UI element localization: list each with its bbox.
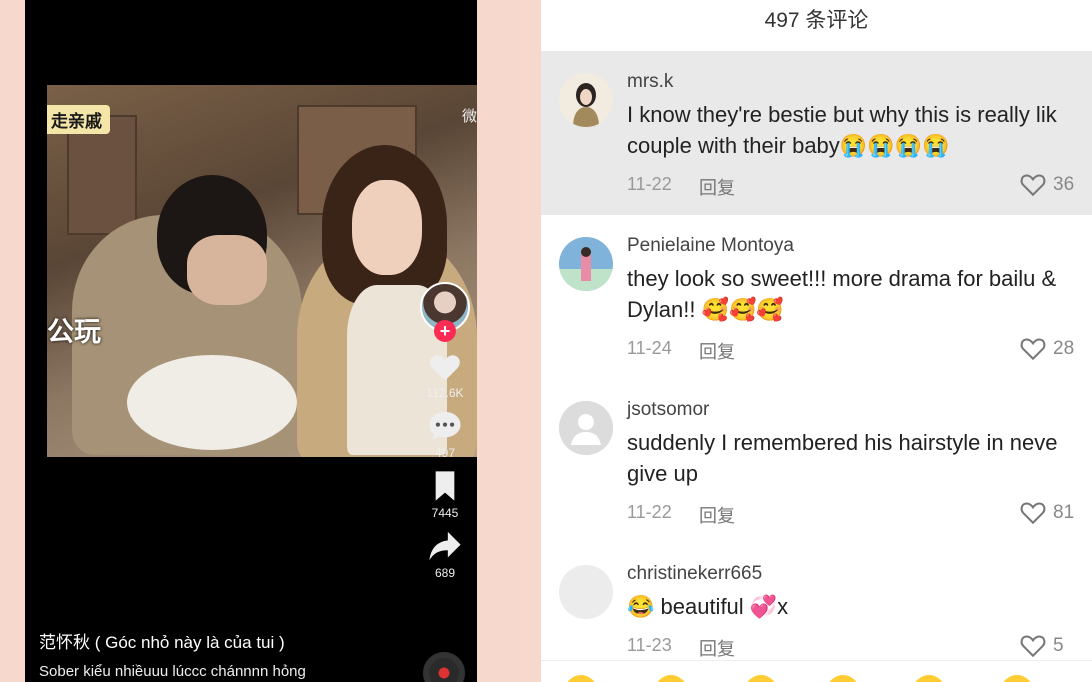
comment-date: 11-23 — [627, 635, 672, 655]
comment-count: 497 — [434, 446, 456, 460]
comment-like[interactable]: 36 — [1019, 172, 1074, 197]
overlay-tag-top: 走亲戚 — [47, 105, 110, 134]
comment-username[interactable]: jsotsomor — [627, 399, 709, 421]
like-count: 5 — [1053, 634, 1064, 656]
comment-date: 11-22 — [627, 174, 672, 194]
emoji-icon[interactable] — [655, 675, 687, 682]
comment-bubble-icon[interactable] — [428, 410, 462, 442]
default-avatar-icon[interactable] — [559, 401, 613, 455]
comment-username[interactable]: christinekerr665 — [627, 563, 762, 585]
save-action[interactable]: 7445 — [420, 470, 470, 520]
caption-subtitle: Sober kiểu nhiềuuu lúccc chánnnn hỏng — [39, 663, 306, 680]
like-count: 28 — [1053, 337, 1075, 359]
comment-text: 😂 beautiful 💞x — [627, 594, 789, 619]
heart-outline-icon[interactable] — [1019, 500, 1047, 525]
reply-button[interactable]: 回复 — [699, 502, 735, 528]
share-count: 689 — [434, 566, 456, 580]
share-action[interactable]: 689 — [420, 530, 470, 580]
heart-outline-icon[interactable] — [1019, 633, 1047, 658]
comment-item[interactable]: mrs.k I know they're bestie but why this… — [541, 51, 1092, 215]
avatar[interactable] — [559, 237, 613, 291]
comments-title: 497 条评论 — [764, 9, 869, 32]
emoji-icon[interactable] — [745, 675, 777, 682]
heart-outline-icon[interactable] — [1019, 336, 1047, 361]
side-actions: + 112.6K 497 7445 689 — [420, 282, 470, 590]
comment-item[interactable]: jsotsomor suddenly I remembered his hair… — [541, 379, 1092, 543]
white-dog — [127, 355, 297, 450]
caption-title: 范怀秋 ( Góc nhỏ này là của tui ) — [39, 633, 285, 652]
reply-button[interactable]: 回复 — [699, 338, 735, 364]
woman-face — [352, 180, 422, 275]
video-caption: 范怀秋 ( Góc nhỏ này là của tui ) Sober kiể… — [39, 628, 306, 680]
comment-text: I know they're bestie but why this is re… — [627, 102, 1057, 158]
video-frame[interactable]: 走亲戚 公玩 微 — [47, 85, 477, 457]
comment-username[interactable]: mrs.k — [627, 71, 673, 93]
emoji-icon[interactable] — [913, 675, 945, 682]
creator-avatar[interactable]: + — [420, 282, 470, 342]
emoji-icon[interactable] — [1001, 675, 1033, 682]
share-arrow-icon[interactable] — [428, 530, 462, 562]
comment-like[interactable]: 5 — [1019, 633, 1064, 658]
man-face — [187, 235, 267, 305]
comment-item[interactable]: Penielaine Montoya they look so sweet!!!… — [541, 215, 1092, 379]
like-count: 36 — [1053, 173, 1075, 195]
comment-text: suddenly I remembered his hairstyle in n… — [627, 430, 1058, 486]
save-count: 7445 — [431, 506, 459, 520]
heart-icon[interactable] — [428, 352, 462, 382]
bookmark-icon[interactable] — [431, 470, 459, 502]
comment-action[interactable]: 497 — [420, 410, 470, 460]
emoji-icon[interactable] — [827, 675, 859, 682]
comment-like[interactable]: 28 — [1019, 336, 1074, 361]
heart-outline-icon[interactable] — [1019, 172, 1047, 197]
weibo-watermark: 微 — [461, 108, 477, 125]
overlay-tag-mid: 公玩 — [47, 317, 101, 347]
reply-button[interactable]: 回复 — [699, 174, 735, 200]
like-action[interactable]: 112.6K — [420, 352, 470, 400]
comment-username[interactable]: Penielaine Montoya — [627, 235, 794, 257]
avatar[interactable] — [559, 565, 613, 619]
comment-date: 11-22 — [627, 502, 672, 522]
emoji-bar — [541, 660, 1092, 682]
comments-panel: 497 条评论 mrs.k I know they're bestie but … — [541, 0, 1092, 682]
comment-text: they look so sweet!!! more drama for bai… — [627, 266, 1057, 322]
video-player[interactable]: 走亲戚 公玩 微 + 112.6K 497 7445 689 范怀秋 ( Góc… — [25, 0, 477, 682]
like-count: 81 — [1053, 501, 1075, 523]
like-count: 112.6K — [426, 386, 464, 400]
avatar[interactable] — [559, 73, 613, 127]
reply-button[interactable]: 回复 — [699, 635, 735, 661]
comment-date: 11-24 — [627, 338, 672, 358]
comment-like[interactable]: 81 — [1019, 500, 1074, 525]
emoji-icon[interactable] — [565, 675, 597, 682]
music-disc-icon[interactable] — [423, 652, 465, 682]
follow-plus-icon[interactable]: + — [434, 320, 456, 342]
